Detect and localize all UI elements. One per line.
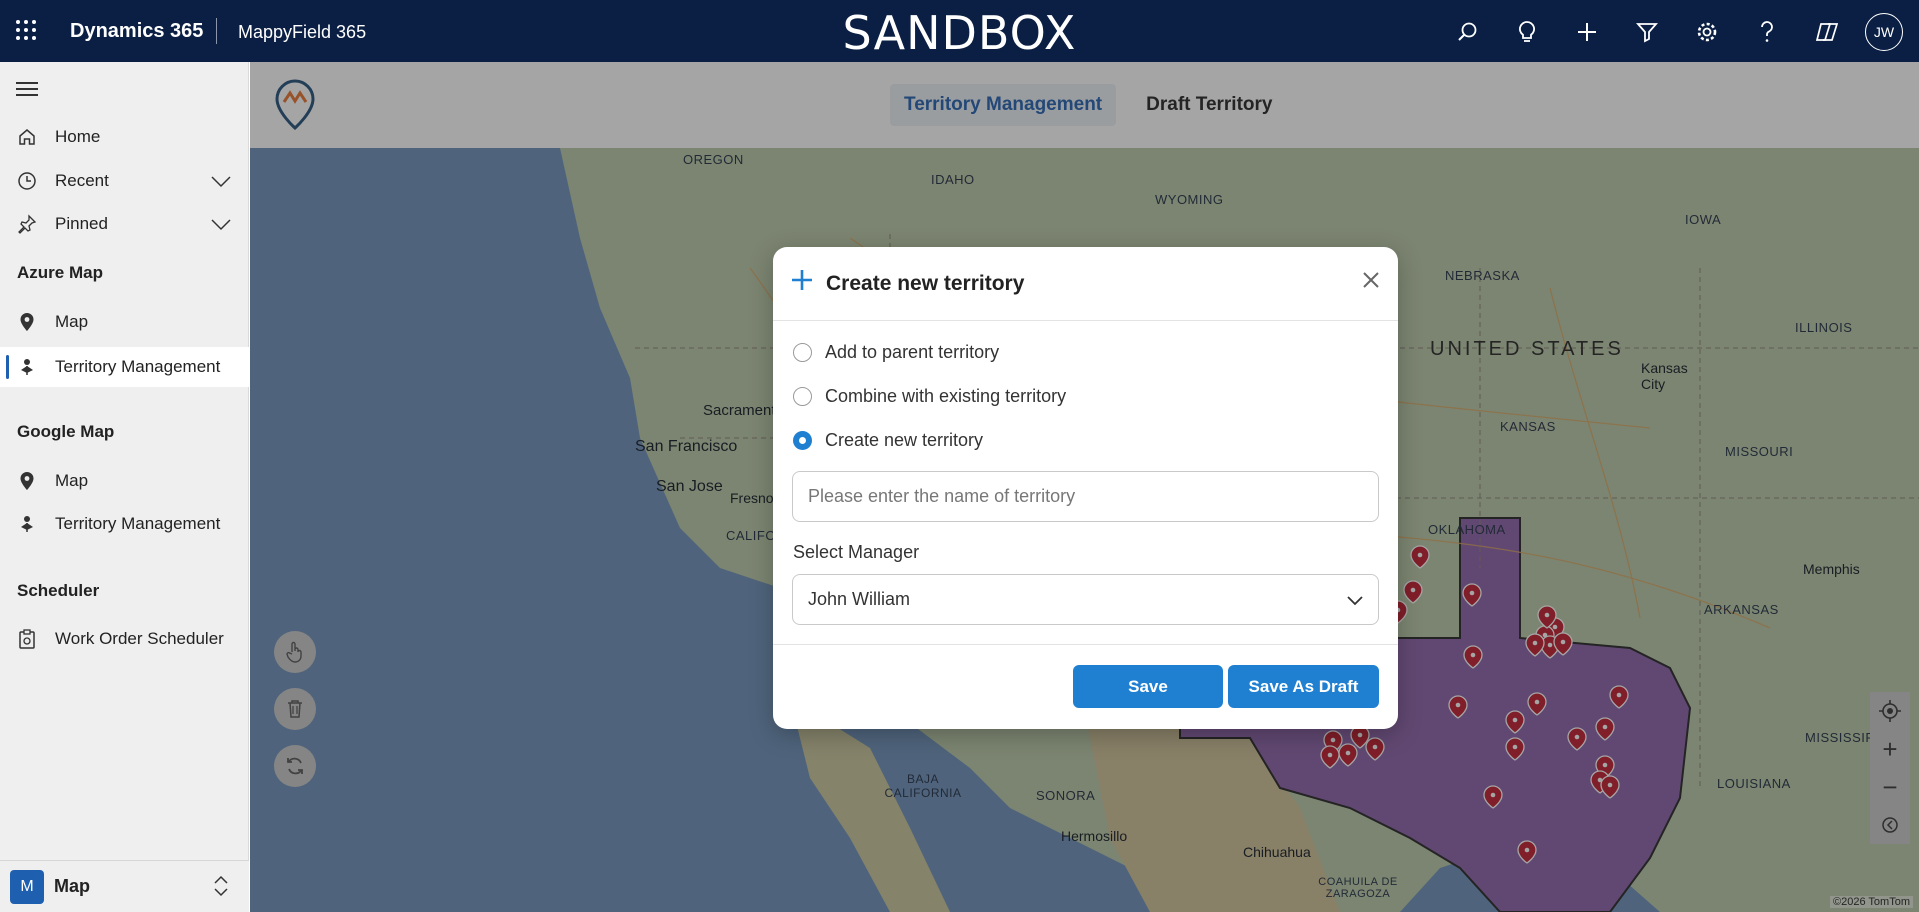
option-create-new[interactable]: Create new territory (793, 430, 983, 451)
option-add-to-parent[interactable]: Add to parent territory (793, 342, 999, 363)
manager-label: Select Manager (793, 542, 920, 562)
sidebar-item-recent[interactable]: Recent (0, 161, 249, 201)
sidebar-item-label: Home (55, 127, 101, 146)
chevron-down-icon[interactable] (211, 216, 231, 236)
plus-icon (791, 269, 813, 296)
plus-icon[interactable] (1569, 14, 1605, 50)
dialog-title: Create new territory (826, 272, 1025, 295)
sidebar-item-azure-territory-management[interactable]: Territory Management (0, 347, 249, 387)
top-bar: Dynamics 365 MappyField 365 SANDBOX JW (0, 0, 1919, 62)
territory-name-input[interactable] (792, 471, 1379, 522)
sidebar-item-pinned[interactable]: Pinned (0, 204, 249, 244)
area-badge: M (10, 869, 44, 904)
radio-button[interactable] (793, 387, 812, 406)
area-switcher[interactable]: M Map (0, 860, 249, 912)
territory-icon (17, 514, 37, 534)
chevron-down-icon[interactable] (211, 173, 231, 193)
chevron-up-down-icon[interactable] (213, 875, 229, 902)
map-pin-icon (17, 471, 37, 491)
settings-icon[interactable] (1689, 14, 1725, 50)
save-as-draft-button[interactable]: Save As Draft (1228, 665, 1379, 708)
dialog-header: Create new territory (773, 247, 1398, 321)
option-label: Add to parent territory (825, 342, 1000, 362)
territory-icon (17, 357, 37, 377)
sidebar-item-work-order-scheduler[interactable]: Work Order Scheduler (0, 619, 249, 659)
sidebar-item-google-map[interactable]: Map (0, 461, 249, 501)
save-button[interactable]: Save (1073, 665, 1223, 708)
sidebar-item-label: Pinned (55, 214, 108, 233)
close-icon[interactable] (1362, 271, 1380, 294)
create-territory-dialog: Create new territory Add to parent terri… (773, 247, 1398, 729)
sidebar-item-label: Territory Management (55, 514, 221, 533)
home-icon (17, 127, 37, 147)
sidebar-item-label: Territory Management (55, 357, 221, 376)
sidebar-item-label: Map (55, 312, 89, 331)
pin-icon (17, 214, 37, 234)
option-combine-existing[interactable]: Combine with existing territory (793, 386, 1066, 407)
hamburger-menu-icon[interactable] (16, 82, 38, 100)
option-label: Create new territory (825, 430, 984, 450)
scheduler-icon (17, 629, 37, 649)
group-title-scheduler: Scheduler (17, 581, 100, 600)
top-toolbar: JW (1425, 13, 1903, 51)
sidebar-item-label: Recent (55, 171, 109, 190)
sidebar-item-google-territory-management[interactable]: Territory Management (0, 504, 249, 544)
dialog-footer-divider (773, 644, 1398, 645)
sidebar-item-azure-map[interactable]: Map (0, 302, 249, 342)
radio-button[interactable] (793, 343, 812, 362)
search-icon[interactable] (1449, 14, 1485, 50)
sidebar: Home Recent Pinned Azure Map Map Territo… (0, 62, 249, 912)
user-avatar[interactable]: JW (1865, 13, 1903, 51)
map-pin-icon (17, 312, 37, 332)
copilot-icon[interactable] (1809, 14, 1845, 50)
option-label: Combine with existing territory (825, 386, 1067, 406)
manager-value: John William (808, 589, 911, 609)
lightbulb-icon[interactable] (1509, 14, 1545, 50)
clock-icon (17, 171, 37, 191)
group-title-azure-map: Azure Map (17, 263, 103, 282)
sidebar-item-label: Map (55, 471, 89, 490)
filter-icon[interactable] (1629, 14, 1665, 50)
chevron-down-icon (1346, 591, 1364, 612)
radio-button-selected[interactable] (793, 431, 812, 450)
sidebar-item-label: Work Order Scheduler (55, 629, 224, 648)
sidebar-item-home[interactable]: Home (0, 117, 249, 157)
help-icon[interactable] (1749, 14, 1785, 50)
area-label: Map (54, 876, 90, 896)
manager-select[interactable]: John William (792, 574, 1379, 625)
group-title-google-map: Google Map (17, 422, 115, 441)
